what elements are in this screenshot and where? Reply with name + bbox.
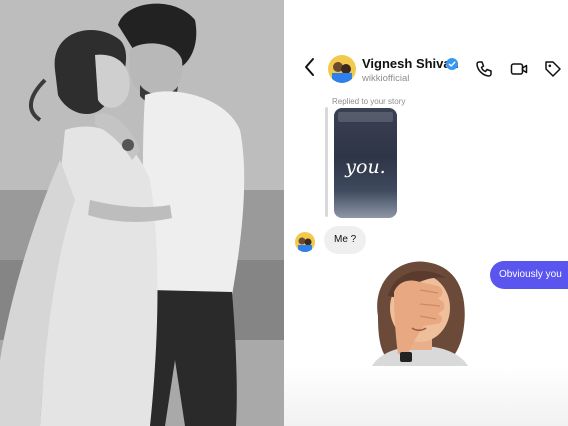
chevron-left-icon[interactable] bbox=[302, 56, 318, 78]
video-camera-icon[interactable] bbox=[510, 60, 528, 78]
phone-icon[interactable] bbox=[475, 60, 493, 78]
chat-panel: Vignesh Shivan wikkiofficial Replied to … bbox=[284, 0, 568, 426]
couple-photo bbox=[0, 0, 284, 426]
contact-avatar[interactable] bbox=[328, 55, 356, 83]
contact-name[interactable]: Vignesh Shivan bbox=[362, 56, 459, 71]
chat-header: Vignesh Shivan wikkiofficial bbox=[284, 0, 568, 92]
message-composer-area bbox=[284, 366, 568, 426]
reply-indicator-bar bbox=[325, 107, 328, 217]
tag-icon[interactable] bbox=[544, 60, 562, 78]
sender-avatar[interactable] bbox=[295, 232, 315, 252]
facepalm-memoji-sticker[interactable] bbox=[364, 256, 476, 376]
contact-handle: wikkiofficial bbox=[362, 73, 410, 84]
couple-photo-illustration bbox=[0, 0, 284, 426]
story-reply-label: Replied to your story bbox=[332, 97, 406, 106]
incoming-message-bubble[interactable]: Me ? bbox=[324, 226, 367, 254]
story-text: you. bbox=[345, 156, 386, 178]
story-header-strip bbox=[338, 112, 393, 122]
outgoing-message-bubble[interactable]: Obviously you bbox=[490, 261, 568, 289]
verified-badge-icon bbox=[446, 57, 458, 70]
story-thumbnail[interactable]: you. bbox=[334, 108, 397, 218]
